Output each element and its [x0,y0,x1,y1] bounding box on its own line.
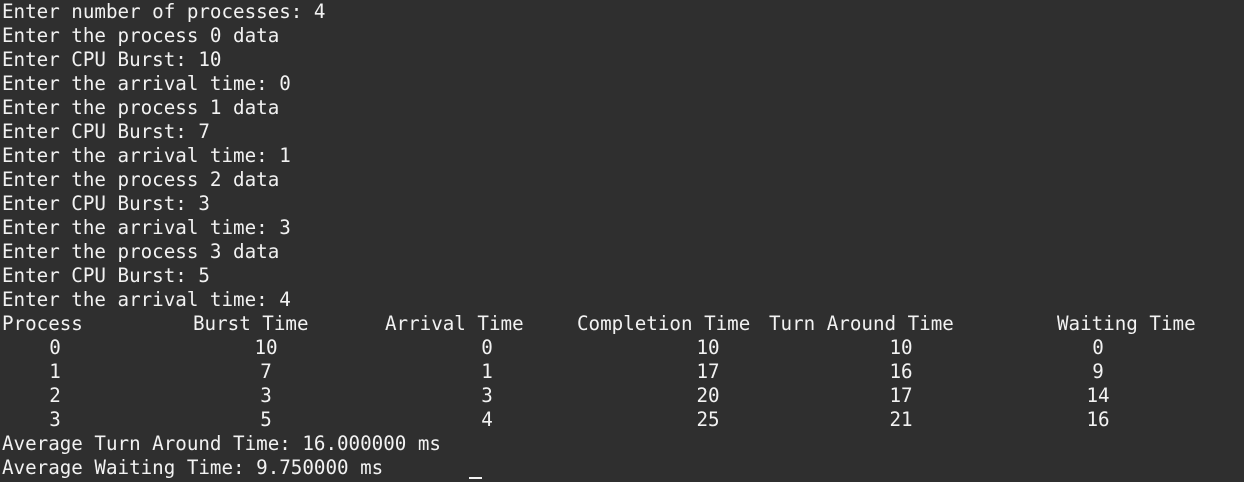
table-cell: 3 [481,384,493,407]
table-cell: 0 [1092,336,1104,359]
input-line: Enter CPU Burst: 5 [2,264,210,287]
table-cell: 4 [481,408,493,431]
summary-line: Average Turn Around Time: 16.000000 ms [2,432,441,455]
input-line: Enter the process 3 data [2,240,280,263]
table-cell: 16 [889,360,913,383]
table-cell: 21 [889,408,913,431]
column-header: Arrival Time [385,312,524,335]
table-cell: 1 [49,360,61,383]
input-line: Enter the arrival time: 4 [2,288,291,311]
input-line: Enter the arrival time: 1 [2,144,291,167]
table-cell: 16 [1086,408,1110,431]
table-cell: 14 [1086,384,1110,407]
table-header: Process Burst Time Arrival Time Completion … [2,312,1244,336]
table-cell: 3 [260,384,272,407]
table-cell: 17 [889,384,913,407]
table-cell: 1 [481,360,493,383]
table-cell: 25 [696,408,720,431]
table-cell: 10 [254,336,278,359]
table-cell: 20 [696,384,720,407]
table-cell: 0 [49,336,61,359]
table-row: 3 5 4 25 21 16 [2,408,1244,432]
input-line: Enter the arrival time: 3 [2,216,291,239]
column-header: Turn Around Time [769,312,954,335]
summary-line: Average Waiting Time: 9.750000 ms [2,456,384,479]
input-line: Enter CPU Burst: 3 [2,192,210,215]
table-cell: 2 [49,384,61,407]
input-line: Enter the process 0 data [2,24,280,47]
column-header: Burst Time [193,312,309,335]
column-header: Process [2,312,83,335]
input-line: Enter CPU Burst: 7 [2,120,210,143]
table-cell: 10 [696,336,720,359]
table-cell: 0 [481,336,493,359]
column-header: Waiting Time [1057,312,1196,335]
table-cell: 9 [1092,360,1104,383]
table-cell: 7 [260,360,272,383]
table-row: 0 10 0 10 10 0 [2,336,1244,360]
input-line: Enter number of processes: 4 [2,0,326,23]
table-row: 2 3 3 20 17 14 [2,384,1244,408]
input-line: Enter CPU Burst: 10 [2,48,222,71]
terminal-window[interactable]: Enter number of processes: 4 Enter the pr… [0,0,1244,482]
input-line: Enter the arrival time: 0 [2,72,291,95]
input-line: Enter the process 1 data [2,96,280,119]
input-line: Enter the process 2 data [2,168,280,191]
table-row: 1 7 1 17 16 9 [2,360,1244,384]
table-cell: 10 [889,336,913,359]
table-cell: 3 [49,408,61,431]
text-cursor [469,477,482,479]
table-cell: 5 [260,408,272,431]
column-header: Completion Time [577,312,751,335]
table-cell: 17 [696,360,720,383]
